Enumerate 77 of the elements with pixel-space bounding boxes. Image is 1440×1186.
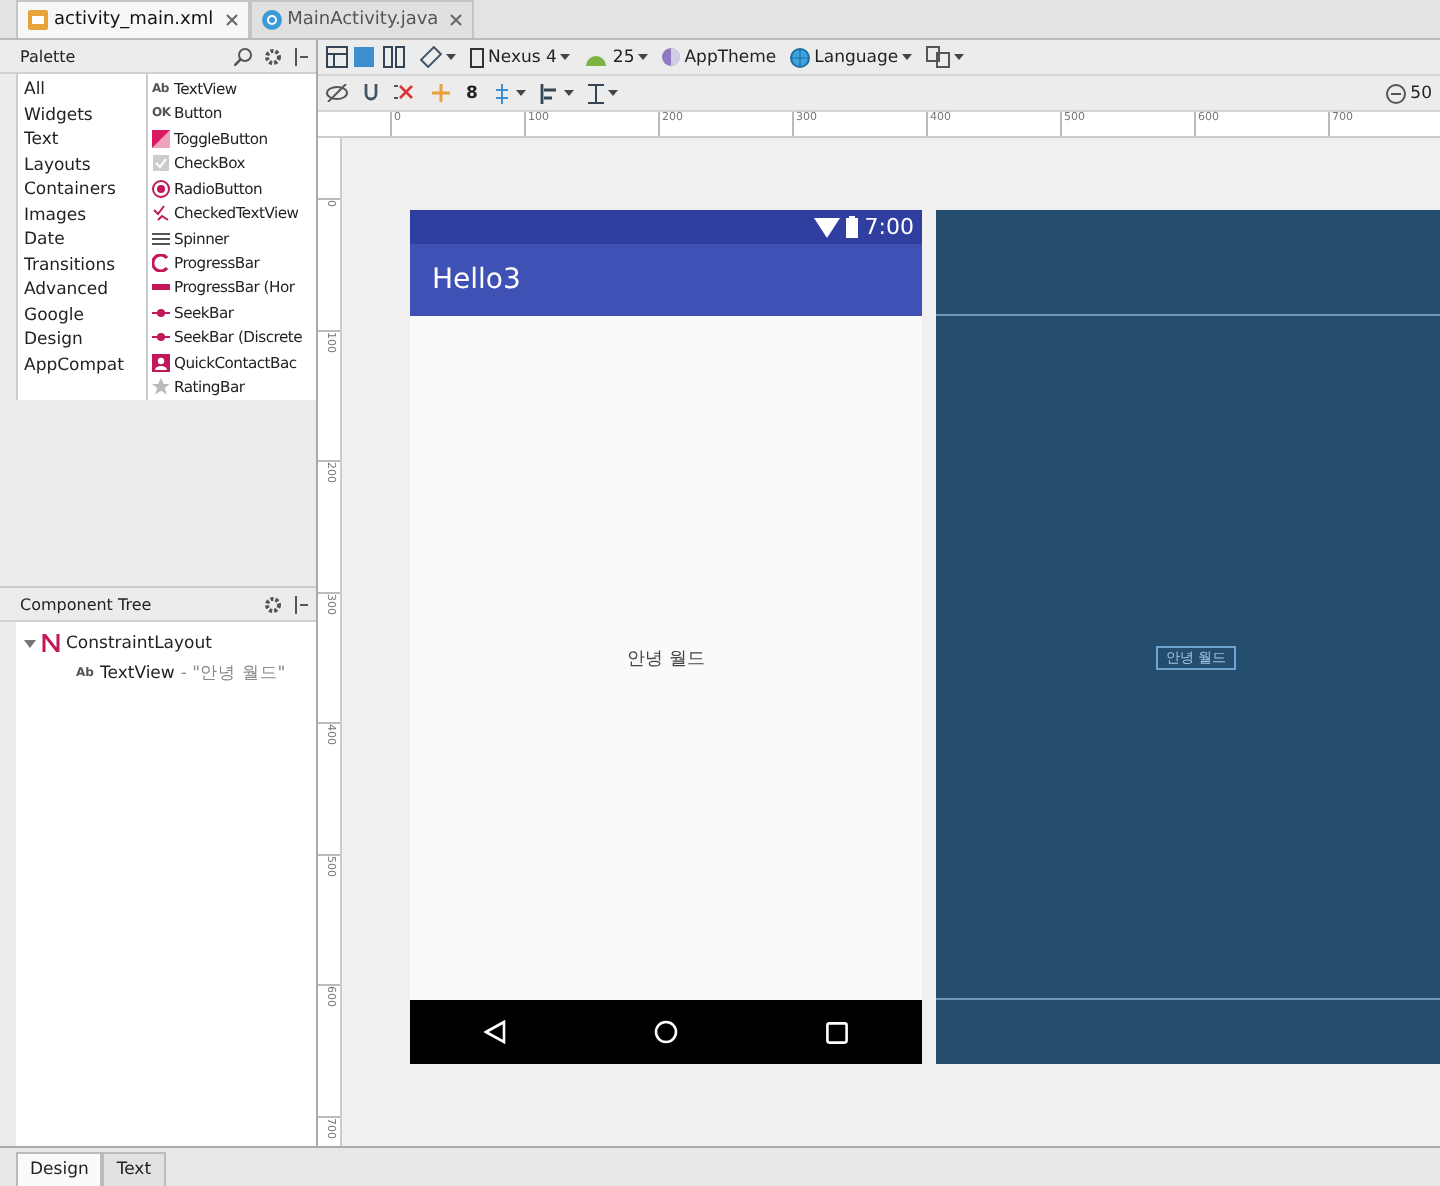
editor-mode-tab[interactable]: Text [102, 1152, 166, 1186]
caret-icon [902, 54, 913, 60]
caret-icon [954, 54, 965, 60]
settings-icon[interactable] [264, 47, 282, 65]
zoom-level: 50 [1410, 83, 1432, 103]
home-icon[interactable] [654, 1020, 678, 1044]
palette-category[interactable]: All [18, 78, 146, 103]
zoom-out-icon[interactable] [1386, 83, 1407, 103]
class-file-icon [261, 10, 282, 30]
palette-category[interactable]: Advanced [18, 278, 146, 303]
caret-icon [638, 54, 649, 60]
search-icon[interactable] [234, 47, 252, 65]
battery-icon [846, 216, 859, 238]
tree-item[interactable]: ConstraintLayout [66, 633, 212, 653]
language-selector[interactable]: Language [814, 47, 899, 67]
phone-icon [470, 47, 484, 67]
lines-icon [152, 229, 170, 248]
api-selector[interactable]: 25 [612, 47, 635, 67]
editor-tab[interactable]: activity_main.xml [16, 0, 250, 38]
toggle-icon [152, 129, 170, 148]
layout-variants-icon[interactable] [926, 46, 951, 68]
panel-title: Component Tree [20, 595, 152, 613]
slider-icon [152, 328, 170, 347]
theme-icon [662, 48, 681, 66]
device-selector[interactable]: Nexus 4 [488, 47, 557, 67]
expanded-arrow-icon[interactable] [24, 637, 36, 649]
radio-icon [152, 179, 170, 198]
close-icon[interactable] [225, 14, 238, 26]
caret-icon [560, 54, 571, 60]
palette-category[interactable]: Date [18, 228, 146, 253]
ring-icon [152, 254, 170, 273]
tree-item[interactable]: TextView [100, 663, 175, 683]
guideline-icon[interactable] [587, 83, 604, 103]
checkbox-icon [152, 154, 170, 173]
palette-category[interactable]: Widgets [18, 103, 146, 128]
eye-off-icon[interactable] [326, 84, 348, 102]
palette-category[interactable]: AppCompat [18, 353, 146, 378]
collapse-icon[interactable] [294, 595, 308, 613]
wifi-icon [814, 217, 841, 237]
rotate-icon[interactable] [420, 46, 442, 68]
status-time: 7:00 [864, 214, 914, 240]
panel-title: Palette [20, 47, 76, 65]
theme-selector[interactable]: AppTheme [684, 47, 777, 67]
slider-icon [152, 303, 170, 322]
text-view[interactable]: 안녕 월드 [627, 645, 705, 671]
back-icon[interactable] [484, 1020, 506, 1044]
caret-icon [607, 90, 618, 96]
pack-icon[interactable] [491, 83, 512, 103]
palette-category[interactable]: Transitions [18, 253, 146, 278]
caret-icon [563, 90, 574, 96]
layout-view-icon[interactable] [326, 46, 406, 68]
layout-icon [42, 634, 60, 652]
palette-category[interactable]: Layouts [18, 153, 146, 178]
caret-icon [446, 54, 456, 60]
star-icon [152, 378, 170, 397]
check-mark-icon [152, 204, 170, 223]
palette-category[interactable]: Containers [18, 178, 146, 203]
close-icon[interactable] [450, 14, 463, 26]
palette-category[interactable]: Text [18, 128, 146, 153]
magnet-icon[interactable] [362, 84, 380, 102]
recents-icon[interactable] [826, 1021, 848, 1043]
editor-tab[interactable]: MainActivity.java [249, 0, 475, 38]
settings-icon[interactable] [264, 595, 282, 613]
caret-icon [515, 90, 526, 96]
contact-icon [152, 353, 170, 372]
align-icon[interactable] [539, 83, 560, 103]
collapse-icon[interactable] [294, 47, 308, 65]
editor-mode-tab[interactable]: Design [16, 1152, 103, 1186]
tree-item-detail: - "안녕 월드" [180, 661, 286, 685]
xml-file-icon [28, 10, 48, 30]
globe-icon [790, 47, 811, 67]
app-title: Hello3 [432, 264, 521, 296]
clear-constraints-icon[interactable] [394, 84, 416, 102]
palette-category[interactable]: Google [18, 303, 146, 328]
default-margin[interactable]: 8 [466, 83, 478, 103]
palette-category[interactable]: Design [18, 328, 146, 353]
palette-category[interactable]: Images [18, 203, 146, 228]
